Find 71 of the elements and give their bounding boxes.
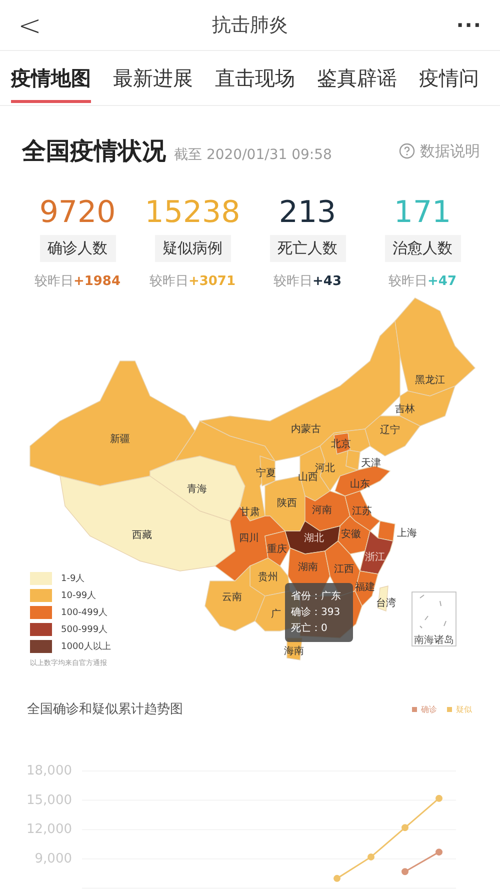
stat-number: 15238: [144, 194, 240, 232]
legend-label: 10-99人: [61, 590, 96, 602]
province-label: 黑龙江: [415, 375, 445, 386]
stat-change: 较昨日+47: [388, 273, 456, 290]
province-label: 上海: [397, 528, 417, 539]
province-label: 甘肃: [240, 507, 260, 518]
province-label: 湖北: [304, 533, 324, 544]
province-label: 陕西: [277, 498, 297, 509]
legend-label: 1000人以上: [61, 640, 111, 653]
tooltip-line: 确诊：393: [291, 606, 342, 620]
legend-label: 疑似: [456, 704, 472, 714]
tab[interactable]: 疫情地图: [11, 51, 91, 103]
tab[interactable]: 最新进展: [113, 51, 193, 105]
point: [402, 868, 408, 876]
stat-label: 治愈人数: [384, 235, 460, 262]
province-label: 天津: [361, 458, 381, 469]
tab[interactable]: 直击现场: [215, 51, 295, 105]
tooltip-line: 省份：广东: [291, 590, 342, 604]
more-button[interactable]: ···: [432, 13, 482, 37]
point: [368, 853, 374, 860]
stat-number: 9720: [39, 194, 116, 232]
page-title: 抗击肺炎: [212, 13, 288, 38]
province-region[interactable]: [378, 520, 396, 542]
province-label: 河南: [312, 505, 332, 516]
province-label: 河北: [315, 463, 335, 474]
province-label: 西藏: [132, 530, 152, 541]
province-label: 浙江: [365, 552, 385, 563]
province-label: 吉林: [395, 404, 415, 415]
province-label: 四川: [239, 533, 259, 544]
point: [436, 848, 442, 856]
section-title: 全国疫情状况: [22, 136, 166, 167]
point: [436, 794, 442, 802]
legend-label: 确诊: [421, 704, 437, 714]
province-label: 青海: [187, 484, 207, 495]
point: [334, 874, 340, 882]
province-label: 湖南: [298, 562, 318, 573]
stat-label: 死亡人数: [270, 235, 346, 262]
province-label: 云南: [222, 592, 242, 603]
stat-change: 较昨日+1984: [34, 273, 121, 290]
province-region[interactable]: [360, 530, 394, 574]
back-button[interactable]: <: [18, 8, 68, 42]
province-label: 山西: [298, 472, 318, 483]
legend-label: 100-499人: [61, 606, 108, 619]
province-label: 新疆: [110, 434, 130, 445]
stat-change: 较昨日+43: [274, 273, 342, 290]
province-label: 江西: [334, 564, 354, 575]
province-label: 安徽: [341, 529, 361, 540]
tab[interactable]: 鉴真辟谣: [317, 51, 397, 105]
province-label: 重庆: [267, 544, 287, 555]
stat-change: 较昨日+3071: [149, 273, 236, 290]
province-label: 山东: [350, 479, 370, 490]
south-china-sea-inset: [412, 592, 456, 646]
point: [402, 824, 408, 832]
stat-label: 确诊人数: [40, 235, 116, 262]
stat-label: 疑似病例: [154, 235, 230, 262]
legend-label: 500-999人: [61, 624, 108, 636]
province-label: 辽宁: [380, 425, 400, 436]
province-region[interactable]: [334, 466, 391, 496]
inset-label: 南海诸岛: [414, 635, 454, 646]
chart-title: 全国确诊和疑似累计趋势图: [27, 701, 183, 718]
province-label: 内蒙古: [291, 424, 321, 435]
province-label: 广: [271, 609, 281, 620]
stat-number: 171: [394, 194, 452, 232]
question-icon: [399, 143, 415, 159]
timestamp: 截至 2020/01/31 09:58: [174, 146, 332, 164]
stat-number: 213: [278, 194, 336, 232]
tooltip-line: 死亡：0: [291, 622, 328, 636]
legend-label: 1-9人: [61, 572, 85, 585]
province-label: 台湾: [376, 598, 396, 609]
province-label: 贵州: [258, 572, 278, 583]
tab[interactable]: 疫情问: [419, 51, 479, 105]
